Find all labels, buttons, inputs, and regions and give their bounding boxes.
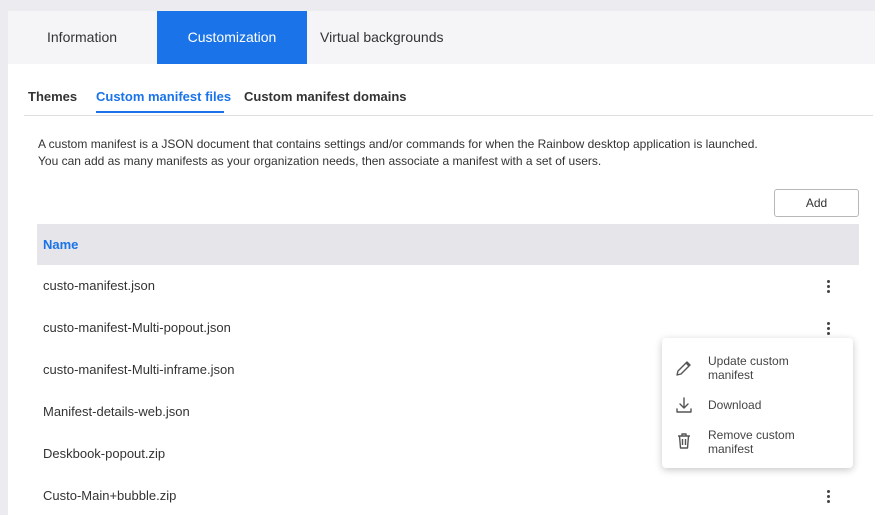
manifest-name: Manifest-details-web.json [43, 404, 190, 419]
menu-item-update[interactable]: Update custom manifest [662, 352, 853, 386]
manifest-name: custo-manifest-Multi-popout.json [43, 320, 231, 335]
table-header: Name [37, 224, 859, 265]
more-options-icon[interactable] [821, 486, 837, 506]
table-row[interactable]: Custo-Main+bubble.zip [37, 475, 859, 515]
subtab-divider [24, 115, 873, 116]
table-row[interactable]: custo-manifest.json [37, 265, 859, 307]
row-context-menu: Update custom manifest Download Remove c… [662, 338, 853, 468]
menu-item-label: Remove custom manifest [708, 428, 795, 456]
description: A custom manifest is a JSON document tha… [38, 136, 858, 170]
more-options-icon[interactable] [821, 276, 837, 296]
tab-virtual-backgrounds[interactable]: Virtual backgrounds [320, 11, 443, 64]
tab-information[interactable]: Information [47, 11, 117, 64]
menu-item-download[interactable]: Download [662, 394, 853, 418]
manifest-name: Deskbook-popout.zip [43, 446, 166, 461]
top-tab-bar: Information Customization Virtual backgr… [8, 11, 875, 64]
menu-item-label: Download [708, 398, 762, 412]
customization-panel: Themes Custom manifest files Custom mani… [8, 64, 875, 515]
manifest-name: custo-manifest.json [43, 278, 155, 293]
more-options-icon[interactable] [821, 318, 837, 338]
subtab-themes[interactable]: Themes [28, 89, 77, 104]
subtab-custom-manifest-domains[interactable]: Custom manifest domains [244, 89, 407, 104]
menu-item-remove[interactable]: Remove custom manifest [662, 426, 853, 460]
subtab-custom-manifest-files[interactable]: Custom manifest files [96, 89, 231, 104]
add-button[interactable]: Add [774, 189, 859, 217]
description-line-2: You can add as many manifests as your or… [38, 154, 602, 168]
active-subtab-indicator [96, 111, 224, 113]
trash-icon [678, 433, 690, 449]
column-header-name[interactable]: Name [43, 224, 78, 265]
tab-customization[interactable]: Customization [157, 11, 307, 64]
download-icon [676, 397, 692, 413]
menu-item-label: Update custom manifest [708, 354, 789, 382]
manifest-name: custo-manifest-Multi-inframe.json [43, 362, 235, 377]
description-line-1: A custom manifest is a JSON document tha… [38, 137, 758, 151]
manifest-name: Custo-Main+bubble.zip [43, 488, 177, 503]
pencil-icon [676, 361, 691, 376]
